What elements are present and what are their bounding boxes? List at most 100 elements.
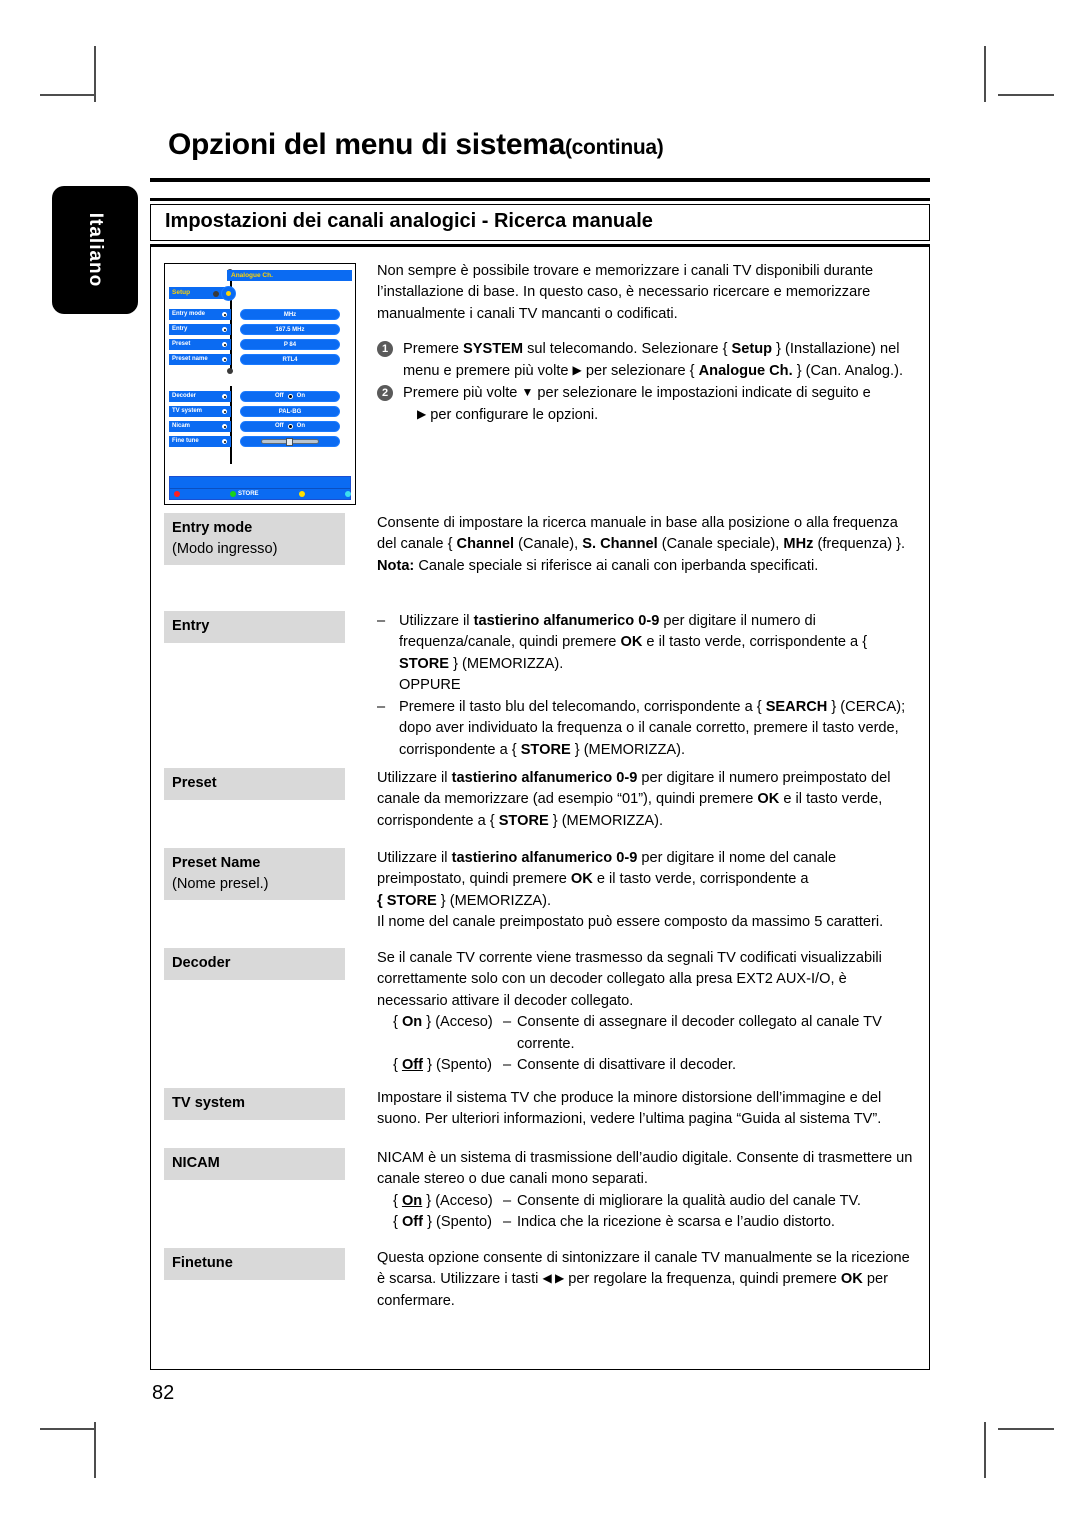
crop-mark-top-left-horizontal	[40, 94, 96, 96]
right-arrow-icon: ▶	[572, 362, 582, 377]
nicam-label-box: NICAM	[164, 1148, 345, 1180]
entry-mode-p1-c: (Canale),	[514, 536, 583, 553]
tv-system-label-box: TV system	[164, 1088, 345, 1120]
crop-mark-top-right-vertical	[984, 46, 986, 102]
menu-row-label: Preset	[172, 341, 191, 347]
decoder-off-paren: } (Spento)	[423, 1057, 492, 1074]
menu-spine-dot-bottom	[227, 368, 233, 374]
preset-p-g: } (MEMORIZZA).	[548, 812, 664, 829]
preset-label: Preset	[172, 775, 217, 791]
menu-row-value-on: On	[296, 423, 305, 429]
content-frame: Analogue Ch. Setup Entry mode MHz Entry …	[150, 246, 930, 1370]
menu-row-value-on: On	[296, 393, 305, 399]
color-key-blue[interactable]: SEARCH	[344, 491, 355, 497]
menu-footer-panel: STORE SEARCH	[169, 476, 355, 500]
nicam-option-on: { On } (Acceso) – Consente di migliorare …	[377, 1191, 918, 1212]
preset-p-a: Utilizzare il	[377, 770, 452, 786]
menu-setup-label: Setup	[172, 289, 191, 296]
page-title: Opzioni del menu di sistema(continua)	[168, 128, 930, 162]
menu-row[interactable]: Preset name RTL4	[169, 354, 351, 365]
blue-key-icon	[344, 491, 351, 497]
step-2-number: 2	[377, 385, 393, 402]
entry-key-search: SEARCH	[765, 698, 828, 715]
menu-radio-icon	[287, 424, 293, 429]
finetune-label-box: Finetune	[164, 1248, 345, 1280]
title-divider	[150, 178, 930, 182]
menu-setup-connector-dot	[213, 291, 219, 297]
red-key-icon	[174, 491, 180, 497]
color-key-green[interactable]: STORE	[230, 491, 259, 497]
nicam-option-off: { Off } (Spento) – Indica che la ricezion…	[377, 1212, 918, 1233]
dash-marker: –	[503, 1214, 512, 1231]
crop-mark-bottom-right-vertical	[984, 1422, 986, 1478]
step-1-text-a: Premere	[403, 341, 464, 358]
entry-d2-a: Premere il tasto blu del telecomando, co…	[399, 698, 766, 715]
entry-mode-opt-channel: Channel	[456, 536, 515, 553]
entry-label: Entry	[172, 618, 210, 634]
preset-name-key-store: { STORE	[377, 892, 437, 909]
color-key-red[interactable]	[174, 491, 182, 497]
step-2-text-line2: per configurare le opzioni.	[426, 406, 599, 423]
preset-name-key-ok: OK	[570, 871, 593, 888]
nicam-off-paren: } (Spento)	[423, 1214, 492, 1231]
tv-system-body: Impostare il sistema TV che produce la m…	[377, 1088, 918, 1131]
decoder-on-desc: Consente di assegnare il decoder collega…	[517, 1014, 882, 1052]
menu-row-value: MHz	[283, 312, 297, 318]
entry-dash-2: – Premere il tasto blu del telecomando, …	[377, 697, 918, 761]
intro-paragraph: Non sempre è possibile trovare e memoriz…	[377, 263, 874, 322]
yellow-key-icon	[298, 491, 305, 497]
menu-row-knob-icon	[221, 356, 228, 363]
menu-row[interactable]: TV system PAL-BG	[169, 406, 351, 417]
nicam-label: NICAM	[172, 1155, 220, 1171]
fine-tune-slider-thumb[interactable]	[286, 438, 293, 446]
menu-row[interactable]: Entry 167.5 MHz	[169, 324, 351, 335]
step-1-text-g: per selezionare {	[581, 362, 699, 379]
decoder-on-key: On	[401, 1014, 423, 1031]
entry-mode-note-text: Canale speciale si riferisce ai canali c…	[414, 557, 819, 574]
menu-row[interactable]: Decoder Off On	[169, 391, 351, 402]
nicam-on-key: On	[401, 1192, 423, 1209]
entry-label-box: Entry	[164, 611, 345, 643]
fine-tune-slider[interactable]	[261, 438, 319, 446]
color-key-yellow[interactable]	[298, 491, 307, 497]
nicam-paragraph: NICAM è un sistema di trasmissione dell’…	[377, 1150, 913, 1188]
preset-keypad: tastierino alfanumerico 0-9	[451, 770, 638, 786]
menu-hub-node-icon	[221, 286, 236, 301]
menu-color-keys: STORE SEARCH	[170, 488, 355, 499]
decoder-option-on: { On } (Acceso) – Consente di assegnare i…	[393, 1014, 882, 1052]
entry-mode-opt-s-channel: S. Channel	[582, 536, 658, 553]
preset-name-keypad: tastierino alfanumerico 0-9	[451, 850, 638, 866]
menu-title-bar: Analogue Ch.	[227, 270, 352, 281]
menu-row-label: Decoder	[172, 393, 197, 399]
menu-row[interactable]: Preset P 84	[169, 339, 351, 350]
entry-mode-opt-mhz: MHz	[783, 536, 814, 553]
preset-key-store: STORE	[498, 812, 549, 829]
entry-mode-body: Consente di impostare la ricerca manuale…	[377, 513, 918, 577]
menu-row[interactable]: Fine tune	[169, 436, 351, 447]
menu-row-label: Entry mode	[172, 311, 206, 317]
menu-row[interactable]: Nicam Off On	[169, 421, 351, 432]
menu-title-text: Analogue Ch.	[231, 272, 273, 279]
decoder-option-off: { Off } (Spento) – Consente di disattivar…	[377, 1055, 918, 1076]
menu-row[interactable]: Entry mode MHz	[169, 309, 351, 320]
menu-radio-icon	[287, 394, 293, 399]
entry-body: – Utilizzare il tastierino alfanumerico …	[377, 611, 918, 761]
finetune-p-c: per regolare la frequenza, quindi premer…	[564, 1271, 841, 1288]
crop-mark-bottom-left-horizontal	[40, 1428, 96, 1430]
down-arrow-icon: ▼	[521, 385, 534, 400]
step-1-menu-setup: Setup	[731, 341, 773, 358]
entry-or: OPPURE	[399, 677, 461, 694]
tv-system-label: TV system	[172, 1095, 246, 1111]
decoder-off-key: Off	[401, 1057, 424, 1074]
preset-label-box: Preset	[164, 768, 345, 800]
entry-d2-e: } (MEMORIZZA).	[570, 741, 686, 758]
nicam-on-desc: Consente di migliorare la qualità audio …	[517, 1192, 861, 1209]
crop-mark-top-right-horizontal	[998, 94, 1054, 96]
right-arrow-icon-2: ▶	[417, 406, 427, 421]
page-number: 82	[152, 1382, 175, 1404]
step-2: 2 Premere più volte ▼ per selezionare le…	[377, 383, 919, 426]
decoder-label-box: Decoder	[164, 948, 345, 980]
menu-row-knob-icon	[221, 423, 228, 430]
preset-name-p-g: } (MEMORIZZA).	[436, 892, 552, 909]
step-1: 1 Premere SYSTEM sul telecomando. Selezi…	[377, 339, 919, 382]
